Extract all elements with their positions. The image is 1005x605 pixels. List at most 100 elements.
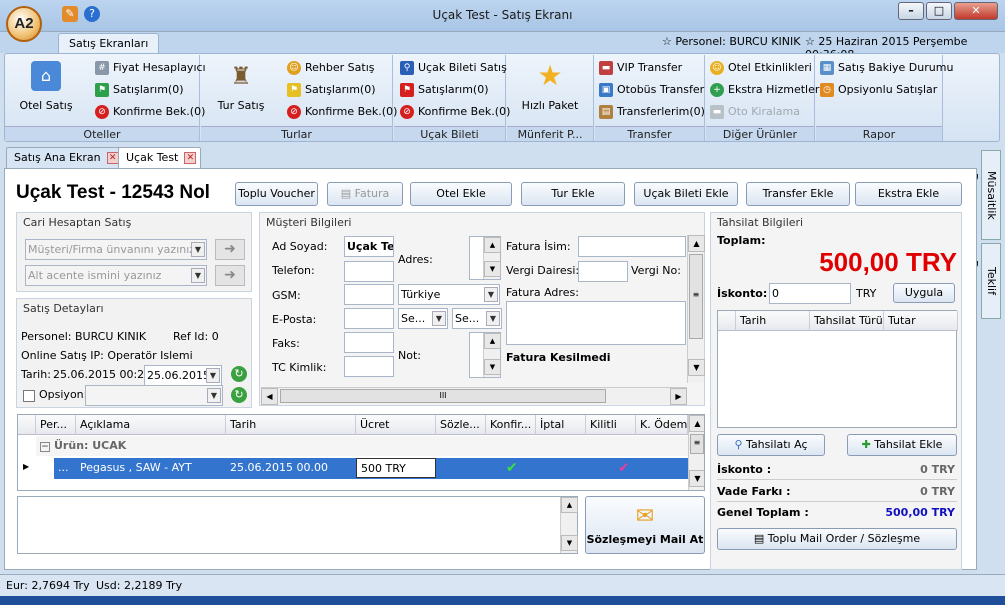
- check-icon[interactable]: ✔: [506, 460, 520, 476]
- ucak-bileti-ekle-button[interactable]: Uçak Bileti Ekle: [634, 182, 738, 206]
- sozlesme-mail-button[interactable]: ✉ Sözleşmeyi Mail At: [585, 496, 705, 554]
- rehber-satis-button[interactable]: ☺ Rehber Satış: [287, 59, 374, 77]
- tc-kimlik-input[interactable]: [344, 356, 394, 377]
- otel-etkinlikleri-button[interactable]: ☺ Otel Etkinlikleri: [710, 59, 812, 77]
- tab-musaitlik-durumu[interactable]: Müsaitlik Durumu: [967, 150, 1001, 240]
- scrollbar[interactable]: ▲ ▼: [483, 333, 501, 377]
- scroll-thumb[interactable]: ≡: [690, 434, 704, 454]
- agent-select[interactable]: Alt acente ismini yazınız ▼: [25, 265, 207, 286]
- column-header[interactable]: Açıklama: [76, 415, 226, 435]
- scrollbar[interactable]: ▲ ▼: [560, 497, 578, 553]
- arrow-right-icon[interactable]: ➜: [215, 265, 245, 286]
- fiyat-hesaplayici-button[interactable]: # Fiyat Hesaplayıcı: [95, 59, 206, 77]
- column-header[interactable]: Tarih: [736, 311, 810, 331]
- ucak-satislarim-button[interactable]: ⚑ Satışlarım(0): [400, 81, 489, 99]
- close-button[interactable]: ✕: [954, 2, 998, 20]
- toplu-mail-order-button[interactable]: ▤ Toplu Mail Order / Sözleşme: [717, 528, 957, 550]
- tab-satis-ana-ekran[interactable]: Satış Ana Ekran ✕: [6, 147, 124, 168]
- scroll-thumb[interactable]: ≡: [689, 254, 703, 339]
- opsiyon-select[interactable]: ▼: [85, 385, 223, 406]
- date-picker[interactable]: 25.06.2015 ▼: [144, 365, 222, 386]
- group-row[interactable]: − Ürün: UCAK: [36, 436, 688, 456]
- hizli-paket-button[interactable]: ★ Hızlı Paket: [511, 59, 589, 113]
- chevron-down-icon[interactable]: ▼: [689, 470, 704, 487]
- maximize-button[interactable]: □: [926, 2, 952, 20]
- firm-select[interactable]: Müşteri/Firma ünvanını yazınız ▼: [25, 239, 207, 260]
- otel-satislarim-button[interactable]: ⚑ Satışlarım(0): [95, 81, 184, 99]
- column-header[interactable]: Tarih: [226, 415, 356, 435]
- email-domain-select-b[interactable]: Se... ▼: [452, 308, 502, 329]
- close-icon[interactable]: ✕: [106, 152, 119, 164]
- chevron-up-icon[interactable]: ▲: [484, 333, 501, 349]
- tahsilat-ekle-button[interactable]: ✚ Tahsilat Ekle: [847, 434, 957, 456]
- chevron-up-icon[interactable]: ▲: [688, 235, 705, 252]
- refresh-icon[interactable]: ↻: [231, 366, 247, 382]
- otobus-transfer-button[interactable]: ▣ Otobüs Transfer: [599, 81, 704, 99]
- column-header[interactable]: İptal: [536, 415, 586, 435]
- column-header[interactable]: Tahsilat Türü: [810, 311, 884, 331]
- table-row[interactable]: ... Pegasus , SAW - AYT 25.06.2015 00.00…: [54, 458, 688, 479]
- arrow-right-icon[interactable]: ➜: [215, 239, 245, 260]
- ekstra-hizmetler-button[interactable]: + Ekstra Hizmetler: [710, 81, 819, 99]
- chevron-down-icon[interactable]: ▼: [561, 535, 578, 551]
- tab-ucak-test[interactable]: Uçak Test ✕: [118, 147, 202, 168]
- chevron-left-icon[interactable]: ◀: [261, 388, 278, 405]
- satis-bakiye-button[interactable]: ▦ Satış Bakiye Durumu: [820, 59, 953, 77]
- scroll-thumb[interactable]: III: [280, 389, 606, 403]
- check-icon[interactable]: ✔: [618, 460, 632, 476]
- tab-satis-ekranlari[interactable]: Satış Ekranları: [58, 33, 160, 54]
- column-header[interactable]: K. Ödeme: [636, 415, 688, 435]
- notes-textarea[interactable]: ▲ ▼: [17, 496, 578, 554]
- country-select[interactable]: Türkiye ▼: [398, 284, 500, 305]
- ekstra-ekle-button[interactable]: Ekstra Ekle: [855, 182, 962, 206]
- eposta-input[interactable]: [344, 308, 394, 329]
- ucak-bileti-satis-button[interactable]: ⚲ Uçak Bileti Satış: [400, 59, 507, 77]
- gsm-input[interactable]: [344, 284, 394, 305]
- toplu-voucher-button[interactable]: Toplu Voucher: [235, 182, 318, 206]
- vertical-scrollbar[interactable]: ▲ ≡ ▼: [687, 235, 705, 383]
- horizontal-scrollbar[interactable]: ◀ III ▶: [261, 387, 687, 405]
- chevron-down-icon[interactable]: ▼: [688, 359, 705, 376]
- chevron-down-icon[interactable]: ▼: [484, 261, 501, 277]
- close-icon[interactable]: ✕: [184, 152, 197, 164]
- fatura-button[interactable]: ▤ Fatura: [327, 182, 403, 206]
- tur-satis-button[interactable]: ♜ Tur Satış: [205, 59, 277, 112]
- chevron-right-icon[interactable]: ▶: [670, 388, 687, 405]
- telefon-input[interactable]: [344, 261, 394, 282]
- column-header[interactable]: Per...: [36, 415, 76, 435]
- vip-transfer-button[interactable]: ▬ VIP Transfer: [599, 59, 682, 77]
- tab-teklif-dosyasi[interactable]: Teklif Dosyası: [967, 243, 1001, 319]
- grid-scrollbar[interactable]: ▲ ≡ ▼: [688, 415, 704, 490]
- fatura-adres-textarea[interactable]: [506, 301, 686, 345]
- minimize-button[interactable]: –: [898, 2, 924, 20]
- collapse-icon[interactable]: −: [40, 442, 50, 452]
- fatura-isim-input[interactable]: [578, 236, 686, 257]
- otel-ekle-button[interactable]: Otel Ekle: [410, 182, 512, 206]
- column-header[interactable]: Ücret: [356, 415, 436, 435]
- uygula-button[interactable]: Uygula: [893, 283, 955, 303]
- cell-ucret[interactable]: 500 TRY: [356, 458, 436, 478]
- opsiyon-checkbox[interactable]: [23, 390, 35, 402]
- transfer-ekle-button[interactable]: Transfer Ekle: [746, 182, 850, 206]
- tur-konfirme-button[interactable]: ⊘ Konfirme Bek.(0): [287, 103, 397, 121]
- email-domain-select-a[interactable]: Se... ▼: [398, 308, 448, 329]
- chevron-up-icon[interactable]: ▲: [484, 237, 501, 253]
- opsiyonlu-satislar-button[interactable]: ◷ Opsiyonlu Satışlar: [820, 81, 937, 99]
- otel-satis-button[interactable]: ⌂ Otel Satış: [13, 59, 79, 112]
- ucak-konfirme-button[interactable]: ⊘ Konfirme Bek.(0): [400, 103, 510, 121]
- vergi-dairesi-input[interactable]: [578, 261, 628, 282]
- app-logo[interactable]: A2: [6, 6, 42, 42]
- column-header[interactable]: Sözle...: [436, 415, 486, 435]
- iskonto-input[interactable]: 0: [769, 283, 851, 304]
- transferlerim-button[interactable]: ▤ Transferlerim(0): [599, 103, 705, 121]
- tur-ekle-button[interactable]: Tur Ekle: [521, 182, 625, 206]
- column-header[interactable]: Kilitli: [586, 415, 636, 435]
- column-header[interactable]: Tutar: [884, 311, 958, 331]
- chevron-up-icon[interactable]: ▲: [561, 497, 578, 513]
- tur-satislarim-button[interactable]: ⚑ Satışlarım(0): [287, 81, 376, 99]
- oto-kiralama-button[interactable]: ▬ Oto Kiralama: [710, 103, 800, 121]
- column-header[interactable]: Konfir...: [486, 415, 536, 435]
- chevron-down-icon[interactable]: ▼: [484, 359, 501, 375]
- faks-input[interactable]: [344, 332, 394, 353]
- otel-konfirme-button[interactable]: ⊘ Konfirme Bek.(0): [95, 103, 205, 121]
